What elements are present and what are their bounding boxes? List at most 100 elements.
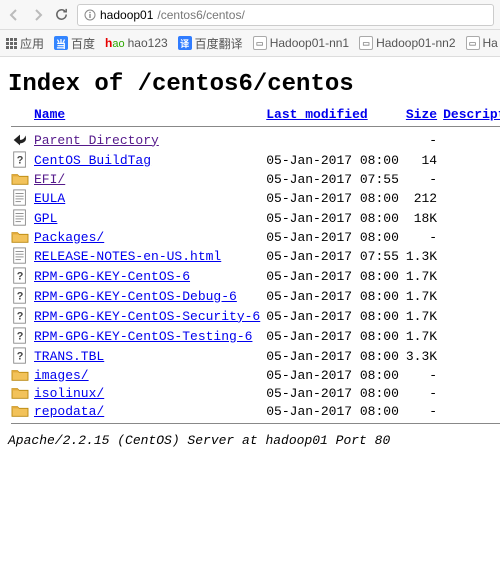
sort-description[interactable]: Description <box>443 107 500 122</box>
hao123-icon: hao <box>105 36 125 50</box>
table-row: images/05-Jan-2017 08:00- <box>8 366 500 384</box>
file-link[interactable]: EFI/ <box>34 172 65 187</box>
last-modified: 05-Jan-2017 08:00 <box>263 208 402 228</box>
description <box>440 306 500 326</box>
bookmark-label: Ha <box>483 36 498 50</box>
last-modified: 05-Jan-2017 08:00 <box>263 402 402 420</box>
file-link[interactable]: Parent Directory <box>34 133 159 148</box>
doc-icon: ▭ <box>359 36 373 50</box>
table-row: ?RPM-GPG-KEY-CentOS-Debug-6 05-Jan-2017 0… <box>8 286 500 306</box>
reload-button[interactable] <box>54 7 69 22</box>
url-bar[interactable]: hadoop01/centos6/centos/ <box>77 4 494 26</box>
apps-button[interactable]: 应用 <box>6 35 44 52</box>
file-link[interactable]: Packages/ <box>34 230 104 245</box>
url-path: /centos6/centos/ <box>157 8 244 22</box>
unknown-icon: ? <box>8 150 31 170</box>
bookmark-label: Hadoop01-nn2 <box>376 36 455 50</box>
file-link[interactable]: TRANS.TBL <box>34 349 104 364</box>
back-button[interactable] <box>6 7 22 23</box>
size: - <box>402 366 440 384</box>
file-link[interactable]: RPM-GPG-KEY-CentOS-Debug-6 <box>34 289 237 304</box>
file-link[interactable]: RELEASE-NOTES-en-US.html <box>34 249 221 264</box>
sort-last-modified[interactable]: Last modified <box>266 107 367 122</box>
size: 1.3K <box>402 246 440 266</box>
description <box>440 402 500 420</box>
last-modified: 05-Jan-2017 08:00 <box>263 228 402 246</box>
file-link[interactable]: repodata/ <box>34 404 104 419</box>
svg-text:?: ? <box>17 271 24 283</box>
size: - <box>402 228 440 246</box>
size: - <box>402 384 440 402</box>
directory-listing: Name Last modified Size Description Pare… <box>8 106 500 427</box>
size: 18K <box>402 208 440 228</box>
description <box>440 326 500 346</box>
size: - <box>402 402 440 420</box>
bookmark-label: hao123 <box>128 36 168 50</box>
table-row: Packages/05-Jan-2017 08:00- <box>8 228 500 246</box>
description <box>440 150 500 170</box>
table-row: ? RPM-GPG-KEY-CentOS-Testing-6 05-Jan-2017… <box>8 326 500 346</box>
sort-size[interactable]: Size <box>406 107 437 122</box>
header-row: Name Last modified Size Description <box>8 106 500 123</box>
last-modified: 05-Jan-2017 07:55 <box>263 246 402 266</box>
last-modified: 05-Jan-2017 08:00 <box>263 326 402 346</box>
last-modified: 05-Jan-2017 08:00 <box>263 150 402 170</box>
last-modified: 05-Jan-2017 08:00 <box>263 188 402 208</box>
file-link[interactable]: EULA <box>34 191 65 206</box>
unknown-icon: ? <box>8 286 31 306</box>
table-row: ?RPM-GPG-KEY-CentOS-605-Jan-2017 08:001.… <box>8 266 500 286</box>
description <box>440 246 500 266</box>
unknown-icon: ? <box>8 326 31 346</box>
description <box>440 266 500 286</box>
last-modified: 05-Jan-2017 08:00 <box>263 346 402 366</box>
bookmark-label: Hadoop01-nn1 <box>270 36 349 50</box>
sort-name[interactable]: Name <box>34 107 65 122</box>
page-info-icon[interactable] <box>84 9 96 21</box>
svg-text:?: ? <box>17 331 24 343</box>
file-link[interactable]: GPL <box>34 211 57 226</box>
bookmark-hadoop-nn1[interactable]: ▭Hadoop01-nn1 <box>253 36 349 50</box>
size: 212 <box>402 188 440 208</box>
bookmark-hao123[interactable]: haohao123 <box>105 36 168 50</box>
description <box>440 366 500 384</box>
table-row: EULA 05-Jan-2017 08:00212 <box>8 188 500 208</box>
svg-text:?: ? <box>17 311 24 323</box>
table-row: GPL 05-Jan-2017 08:0018K <box>8 208 500 228</box>
last-modified: 05-Jan-2017 07:55 <box>263 170 402 188</box>
file-link[interactable]: RPM-GPG-KEY-CentOS-6 <box>34 269 190 284</box>
size: 1.7K <box>402 326 440 346</box>
file-link[interactable]: RPM-GPG-KEY-CentOS-Security-6 <box>34 309 260 324</box>
file-link[interactable]: CentOS_BuildTag <box>34 153 151 168</box>
unknown-icon: ? <box>8 266 31 286</box>
description <box>440 286 500 306</box>
bookmark-baidu[interactable]: 当百度 <box>54 35 95 52</box>
unknown-icon: ? <box>8 346 31 366</box>
description <box>440 346 500 366</box>
url-host: hadoop01 <box>100 8 153 22</box>
text-icon <box>8 246 31 266</box>
bookmark-ha-truncated[interactable]: ▭Ha <box>466 36 498 50</box>
bookmark-label: 百度 <box>71 35 95 52</box>
browser-toolbar: hadoop01/centos6/centos/ <box>0 0 500 30</box>
text-icon <box>8 208 31 228</box>
description <box>440 188 500 208</box>
text-icon <box>8 188 31 208</box>
file-link[interactable]: RPM-GPG-KEY-CentOS-Testing-6 <box>34 329 252 344</box>
description <box>440 170 500 188</box>
size: - <box>402 170 440 188</box>
last-modified: 05-Jan-2017 08:00 <box>263 266 402 286</box>
back-icon <box>8 130 31 150</box>
last-modified: 05-Jan-2017 08:00 <box>263 366 402 384</box>
table-row: ?CentOS_BuildTag05-Jan-2017 08:0014 <box>8 150 500 170</box>
forward-button[interactable] <box>30 7 46 23</box>
table-row: EFI/05-Jan-2017 07:55- <box>8 170 500 188</box>
bookmark-hadoop-nn2[interactable]: ▭Hadoop01-nn2 <box>359 36 455 50</box>
bookmark-baidu-fanyi[interactable]: 译百度翻译 <box>178 35 243 52</box>
last-modified: 05-Jan-2017 08:00 <box>263 286 402 306</box>
description <box>440 384 500 402</box>
file-link[interactable]: images/ <box>34 368 89 383</box>
file-link[interactable]: isolinux/ <box>34 386 104 401</box>
folder-icon <box>8 228 31 246</box>
size: - <box>402 130 440 150</box>
doc-icon: ▭ <box>253 36 267 50</box>
